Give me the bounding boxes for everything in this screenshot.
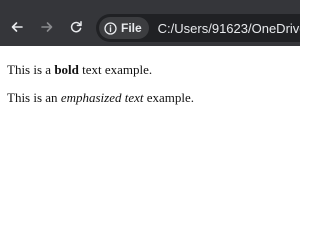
site-info-label: File: [121, 21, 142, 35]
info-circle-icon: [104, 21, 117, 35]
paragraph-2-after: example.: [143, 90, 195, 105]
forward-button[interactable]: [37, 17, 57, 37]
emphasized-text: emphasized text: [60, 90, 144, 105]
page-content: This is a bold text example. This is an …: [0, 46, 300, 232]
paragraph-bold-example: This is a bold text example.: [7, 62, 152, 78]
address-bar[interactable]: File C:/Users/91623/OneDrive/Doc: [96, 14, 300, 42]
paragraph-2-before: This is an: [7, 90, 61, 105]
paragraph-1-after: text example.: [78, 62, 153, 77]
site-info-chip[interactable]: File: [99, 17, 149, 39]
arrow-right-icon: [41, 22, 53, 32]
bold-text: bold: [54, 62, 79, 77]
reload-icon: [70, 21, 82, 33]
reload-button[interactable]: [66, 17, 86, 37]
browser-toolbar: File C:/Users/91623/OneDrive/Doc: [0, 0, 300, 46]
arrow-left-icon: [11, 22, 23, 32]
active-tab[interactable]: [0, 0, 300, 8]
url-text[interactable]: C:/Users/91623/OneDrive/Doc: [158, 21, 300, 36]
tab-strip: [0, 0, 300, 8]
paragraph-emphasis-example: This is an emphasized text example.: [7, 90, 194, 106]
paragraph-1-before: This is a: [7, 62, 55, 77]
back-button[interactable]: [7, 17, 27, 37]
